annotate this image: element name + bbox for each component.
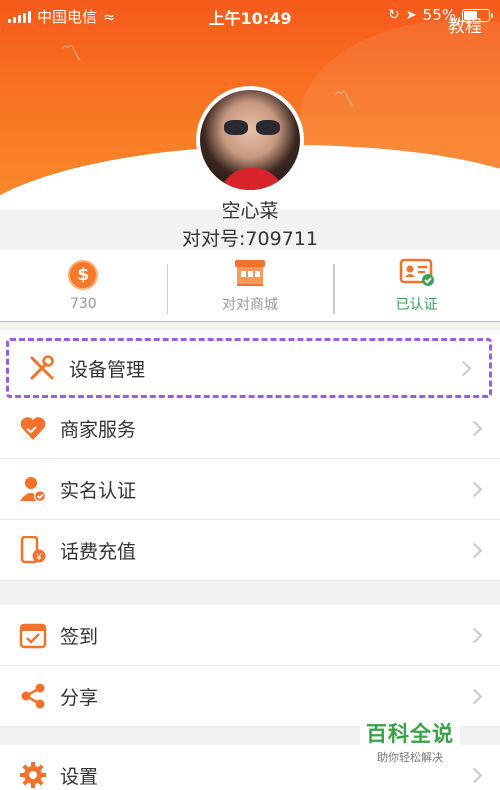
calendar-check-icon: [18, 620, 48, 650]
user-verify-icon: [18, 474, 48, 504]
menu-item-phone-recharge[interactable]: ¥ 话费充值: [0, 520, 500, 581]
id-card-icon: [399, 258, 434, 286]
account-id: 对对号:709711: [182, 228, 318, 250]
watermark-title: 百科全说: [366, 722, 454, 746]
menu-label: 商家服务: [60, 418, 137, 441]
chevron-right-icon: [466, 767, 483, 783]
tools-icon: [27, 353, 57, 383]
watermark: 百科全说 助你轻松解决: [360, 716, 460, 767]
menu-item-device-management[interactable]: 设备管理: [6, 338, 492, 398]
menu-label: 实名认证: [60, 479, 137, 502]
avatar[interactable]: [196, 86, 304, 194]
tutorial-button[interactable]: 教程: [448, 12, 482, 37]
chevron-right-icon: [455, 360, 472, 376]
stat-points-label: 730: [69, 295, 97, 312]
chevron-right-icon: [466, 481, 483, 497]
share-icon: [18, 681, 48, 711]
phone-recharge-icon: ¥: [18, 535, 48, 565]
bird-decoration-icon: 〽: [333, 88, 356, 113]
chevron-right-icon: [466, 420, 483, 436]
menu-item-check-in[interactable]: 签到: [0, 605, 500, 666]
chevron-right-icon: [466, 542, 483, 558]
bird-decoration-icon: 〽: [60, 42, 83, 67]
menu-item-real-name-verification[interactable]: 实名认证: [0, 459, 500, 520]
status-bar: 中国电信 ≈ 上午10:49 ↻ ➤ 55%: [0, 0, 500, 30]
stat-points[interactable]: $ 730: [0, 250, 167, 321]
chevron-right-icon: [466, 627, 483, 643]
menu-group-main: 设备管理 商家服务 实名认证 ¥ 话费充值: [0, 330, 500, 581]
menu-label: 签到: [60, 625, 99, 648]
menu-label: 话费充值: [60, 540, 137, 563]
stat-store[interactable]: 对对商城: [166, 250, 334, 321]
menu-label: 分享: [60, 686, 99, 709]
svg-text:¥: ¥: [35, 552, 42, 562]
profile-info: 空心菜 对对号:709711: [0, 198, 500, 252]
store-icon: [235, 259, 265, 286]
gear-icon: [18, 760, 48, 790]
rotation-lock-icon: ↻: [388, 7, 400, 23]
menu-item-merchant-services[interactable]: 商家服务: [0, 398, 500, 459]
heart-icon: [18, 413, 48, 443]
menu-label: 设备管理: [69, 358, 146, 381]
coin-icon: $: [68, 259, 99, 290]
stat-verified-label: 已认证: [395, 296, 438, 313]
chevron-right-icon: [466, 688, 483, 704]
stats-bar: $ 730 对对商城 已认证: [0, 250, 500, 322]
avatar-photo: [224, 120, 280, 136]
stat-verified[interactable]: 已认证: [333, 250, 500, 321]
stat-store-label: 对对商城: [222, 296, 278, 313]
menu-group-activities: 签到 分享: [0, 605, 500, 727]
watermark-subtitle: 助你轻松解决: [377, 751, 443, 764]
location-icon: ➤: [405, 7, 417, 23]
user-name: 空心菜: [221, 200, 279, 222]
